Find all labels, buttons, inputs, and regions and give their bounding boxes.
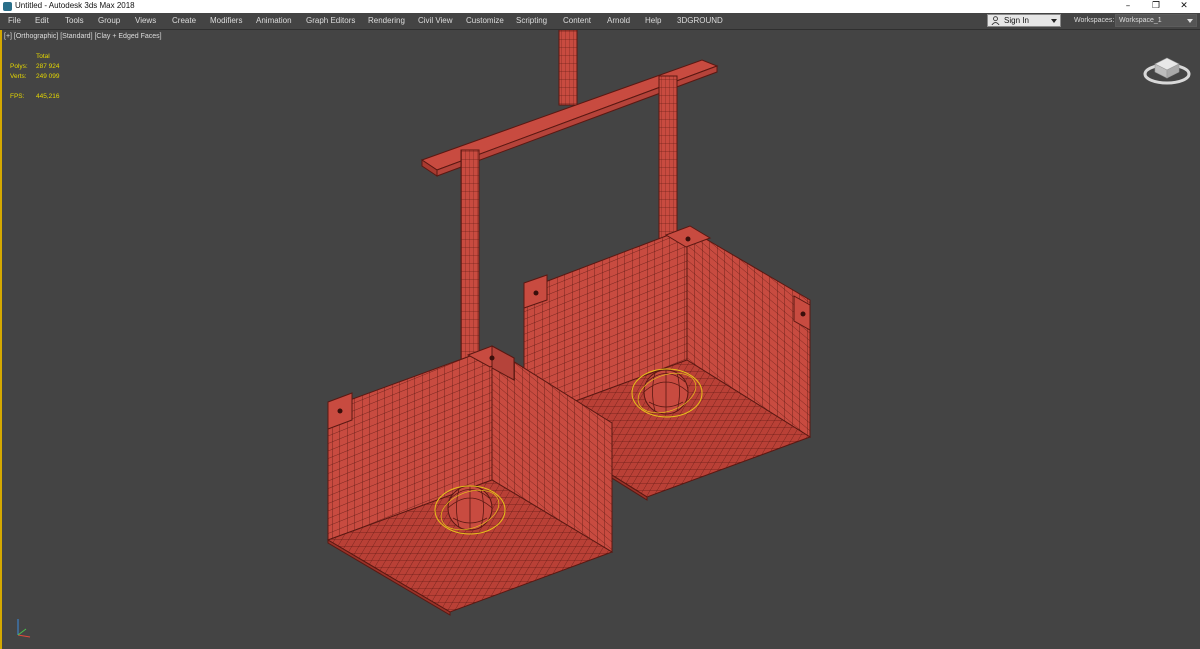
menu-content[interactable]: Content [563, 16, 591, 25]
app-icon [3, 2, 12, 11]
chevron-down-icon [1187, 19, 1193, 23]
stats-total-label: Total [36, 53, 50, 60]
restore-button[interactable]: ❐ [1142, 0, 1170, 13]
stats-verts-value: 249 099 [36, 73, 60, 80]
menu-3dground[interactable]: 3DGROUND [677, 16, 723, 25]
menu-help[interactable]: Help [645, 16, 661, 25]
menu-edit[interactable]: Edit [35, 16, 49, 25]
scene-mesh[interactable] [2, 30, 1200, 649]
viewport-label[interactable]: [+] [Orthographic] [Standard] [Clay + Ed… [4, 33, 162, 40]
stats-fps-label: FPS: [10, 93, 25, 100]
menu-customize[interactable]: Customize [466, 16, 504, 25]
axis-tripod-icon [17, 619, 31, 638]
title-bar: Untitled - Autodesk 3ds Max 2018 – ❐ ✕ [0, 0, 1200, 13]
menu-group[interactable]: Group [98, 16, 120, 25]
viewport-perspective[interactable]: [+] [Orthographic] [Standard] [Clay + Ed… [0, 30, 1200, 649]
stats-verts-label: Verts: [10, 73, 27, 80]
stats-fps-value: 445,216 [36, 93, 60, 100]
viewcube-icon[interactable] [1142, 52, 1192, 86]
menu-views[interactable]: Views [135, 16, 156, 25]
minimize-button[interactable]: – [1114, 0, 1142, 13]
menu-arnold[interactable]: Arnold [607, 16, 630, 25]
stats-polys-value: 287 924 [36, 63, 60, 70]
chevron-down-icon [1051, 19, 1057, 23]
user-icon [991, 16, 1000, 25]
menu-rendering[interactable]: Rendering [368, 16, 405, 25]
menu-create[interactable]: Create [172, 16, 196, 25]
close-button[interactable]: ✕ [1170, 0, 1198, 13]
menu-animation[interactable]: Animation [256, 16, 292, 25]
workspaces-label: Workspaces: [1074, 17, 1115, 24]
window-title: Untitled - Autodesk 3ds Max 2018 [15, 1, 135, 10]
menu-file[interactable]: File [8, 16, 21, 25]
workspace-select[interactable]: Workspace_1 [1115, 14, 1197, 27]
menu-scripting[interactable]: Scripting [516, 16, 547, 25]
menu-graph-editors[interactable]: Graph Editors [306, 16, 355, 25]
sign-in-dropdown[interactable]: Sign In [987, 14, 1061, 27]
menu-modifiers[interactable]: Modifiers [210, 16, 242, 25]
sign-in-label: Sign In [1004, 16, 1029, 25]
workspace-value: Workspace_1 [1119, 17, 1162, 24]
menu-tools[interactable]: Tools [65, 16, 84, 25]
menu-civil-view[interactable]: Civil View [418, 16, 453, 25]
stats-polys-label: Polys: [10, 63, 28, 70]
